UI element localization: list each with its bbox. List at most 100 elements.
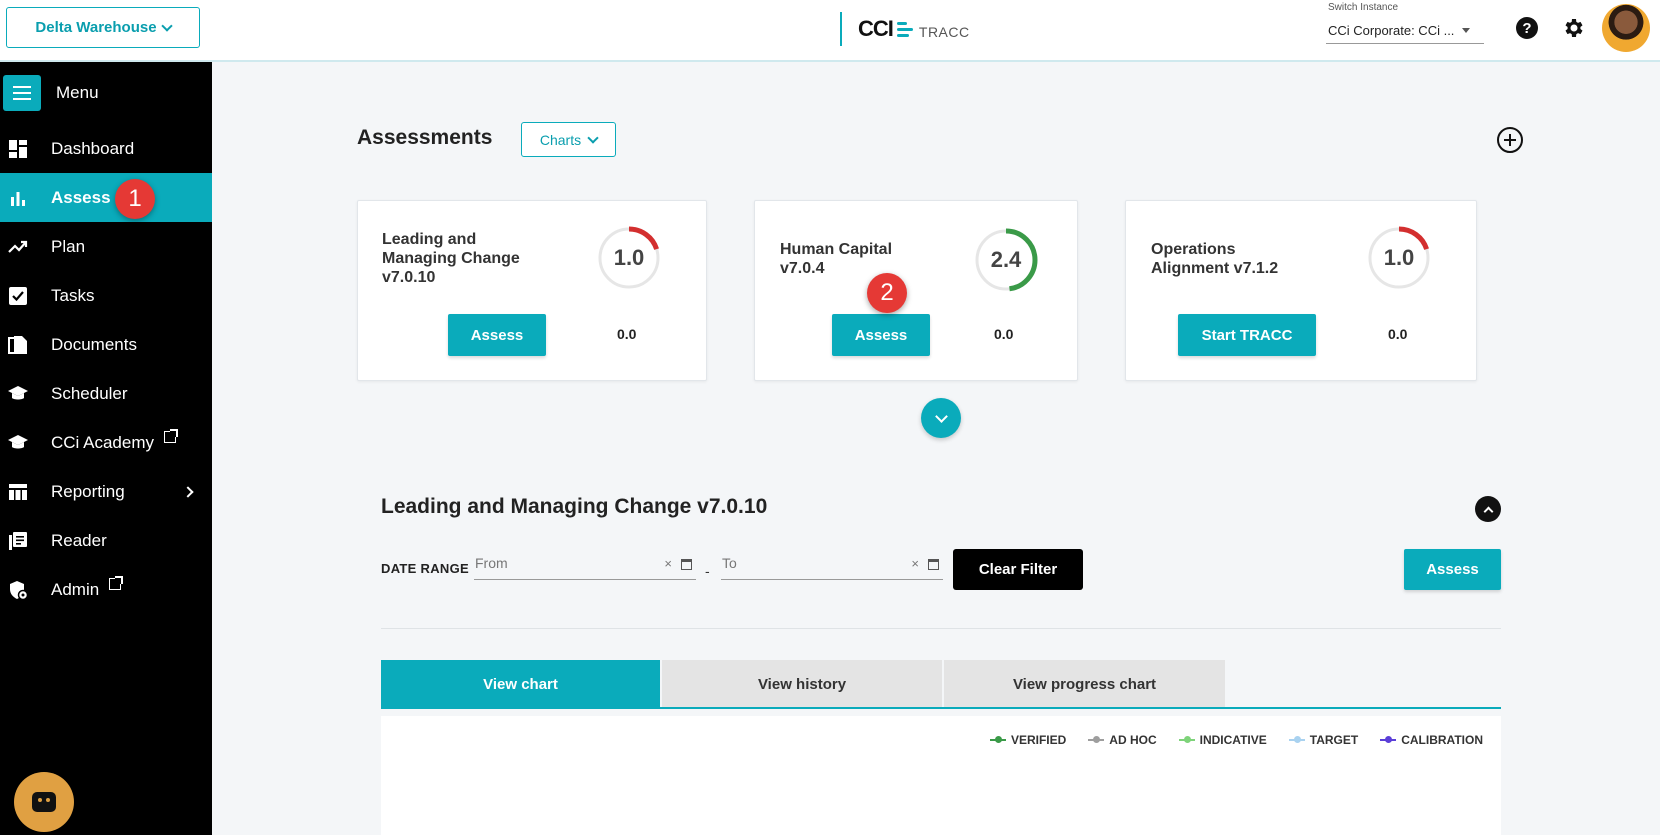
legend-label: TARGET xyxy=(1309,733,1359,747)
switch-instance-select[interactable]: CCi Corporate: CCi ... xyxy=(1326,18,1484,44)
sidebar-item-label: Plan xyxy=(51,236,86,256)
graduation-cap-icon xyxy=(8,434,28,448)
sidebar-item-plan[interactable]: Plan xyxy=(0,222,212,271)
card-title: Operations Alignment v7.1.2 xyxy=(1151,241,1279,277)
chart-legend: VERIFIED AD HOC INDICATIVE TARGET CALIBR… xyxy=(989,733,1483,747)
legend-marker-icon xyxy=(1088,736,1105,743)
score-value: 2.4 xyxy=(990,247,1022,272)
legend-label: VERIFIED xyxy=(1010,733,1067,747)
legend-marker-icon xyxy=(989,736,1006,743)
logo-mark-icon xyxy=(896,21,913,37)
admin-shield-icon xyxy=(10,580,28,600)
assess-button[interactable]: Assess xyxy=(1404,549,1501,590)
charts-label: Charts xyxy=(539,131,582,148)
legend-item-ad-hoc[interactable]: AD HOC xyxy=(1088,733,1157,747)
chevron-down-icon xyxy=(934,409,948,423)
sidebar-item-label: Documents xyxy=(51,334,137,354)
tab-view-progress-chart[interactable]: View progress chart xyxy=(944,660,1225,708)
legend-marker-icon xyxy=(1178,736,1195,743)
hamburger-icon[interactable] xyxy=(3,75,41,111)
score-value: 1.0 xyxy=(613,245,645,270)
tab-view-history[interactable]: View history xyxy=(662,660,942,708)
legend-item-calibration[interactable]: CALIBRATION xyxy=(1380,733,1483,747)
to-placeholder: To xyxy=(722,555,737,571)
tab-view-chart[interactable]: View chart xyxy=(381,660,660,708)
tab-underline xyxy=(381,707,1501,709)
legend-label: INDICATIVE xyxy=(1199,733,1267,747)
chevron-right-icon xyxy=(182,485,194,498)
card-title: Leading and Managing Change v7.0.10 xyxy=(382,231,520,286)
legend-marker-icon xyxy=(1288,736,1305,743)
sidebar-item-dashboard[interactable]: Dashboard xyxy=(0,124,212,173)
assess-button[interactable]: Assess xyxy=(832,314,930,356)
sidebar-item-cci-academy[interactable]: CCi Academy xyxy=(0,418,212,467)
date-separator: - xyxy=(705,563,710,579)
sidebar-item-admin[interactable]: Admin xyxy=(0,565,212,614)
warehouse-selector-button[interactable]: Delta Warehouse xyxy=(6,7,200,48)
chevron-up-icon xyxy=(1483,506,1493,516)
user-avatar[interactable] xyxy=(1602,4,1650,52)
legend-item-verified[interactable]: VERIFIED xyxy=(989,733,1067,747)
clear-icon[interactable]: × xyxy=(911,556,919,571)
assessment-card: Human Capital v7.0.4 2.4 Assess 0.0 2 xyxy=(754,200,1078,381)
caret-down-icon xyxy=(1462,28,1470,33)
expand-cards-button[interactable] xyxy=(921,398,961,438)
legend-item-indicative[interactable]: INDICATIVE xyxy=(1178,733,1267,747)
sidebar-item-documents[interactable]: Documents xyxy=(0,320,212,369)
trending-up-icon xyxy=(8,240,28,253)
switch-instance-label: Switch Instance xyxy=(1328,2,1399,13)
external-link-icon xyxy=(109,575,124,590)
from-placeholder: From xyxy=(475,555,508,571)
sub-score: 0.0 xyxy=(994,326,1014,342)
sidebar-item-tasks[interactable]: Tasks xyxy=(0,271,212,320)
help-icon[interactable]: ? xyxy=(1516,17,1538,39)
date-range-label: DATE RANGE xyxy=(381,561,469,576)
table-icon xyxy=(9,483,27,500)
external-link-icon xyxy=(163,428,178,443)
section-title: Leading and Managing Change v7.0.10 xyxy=(381,495,768,518)
chatbot-icon xyxy=(32,792,56,812)
clear-filter-button[interactable]: Clear Filter xyxy=(953,549,1083,590)
top-header: Delta Warehouse CCI TRACC Switch Instanc… xyxy=(0,0,1660,62)
cci-tracc-logo: CCI TRACC xyxy=(840,12,970,46)
chart-panel: VERIFIED AD HOC INDICATIVE TARGET CALIBR… xyxy=(381,716,1501,835)
instance-value: CCi Corporate: CCi ... xyxy=(1328,23,1455,38)
menu-label: Menu xyxy=(56,83,99,102)
calendar-icon[interactable] xyxy=(928,559,939,570)
legend-marker-icon xyxy=(1380,736,1397,743)
clear-icon[interactable]: × xyxy=(664,556,672,571)
reader-icon xyxy=(9,531,27,550)
sidebar-item-label: Dashboard xyxy=(51,138,135,158)
bar-chart-icon xyxy=(11,191,25,206)
assessment-card: Leading and Managing Change v7.0.10 1.0 … xyxy=(357,200,707,381)
legend-label: AD HOC xyxy=(1109,733,1157,747)
sidebar-item-label: Admin xyxy=(51,579,100,599)
logo-tracc-text: TRACC xyxy=(918,24,970,40)
sidebar-item-scheduler[interactable]: Scheduler xyxy=(0,369,212,418)
chatbot-button[interactable] xyxy=(14,772,74,832)
documents-icon xyxy=(8,335,27,354)
add-circle-icon[interactable] xyxy=(1497,127,1523,153)
legend-item-target[interactable]: TARGET xyxy=(1288,733,1359,747)
chevron-down-icon xyxy=(160,19,173,32)
logo-divider xyxy=(840,12,842,46)
calendar-icon[interactable] xyxy=(681,559,692,570)
collapse-section-button[interactable] xyxy=(1475,496,1501,522)
sidebar-item-assess[interactable]: Assess xyxy=(0,173,212,222)
sidebar-item-label: Reader xyxy=(51,530,107,550)
sub-score: 0.0 xyxy=(617,326,637,342)
chevron-down-icon xyxy=(587,131,599,144)
start-tracc-button[interactable]: Start TRACC xyxy=(1178,314,1316,356)
sidebar-item-label: Scheduler xyxy=(51,383,128,403)
section-divider xyxy=(381,628,1501,629)
page-title: Assessments xyxy=(357,126,493,149)
charts-dropdown-button[interactable]: Charts xyxy=(521,122,616,157)
menu-toggle[interactable]: Menu xyxy=(0,74,212,112)
sidebar-item-reporting[interactable]: Reporting xyxy=(0,467,212,516)
to-date-input[interactable]: To × xyxy=(721,553,943,580)
checkbox-icon xyxy=(9,286,27,305)
gear-icon[interactable] xyxy=(1562,16,1586,40)
assess-button[interactable]: Assess xyxy=(448,314,546,356)
sidebar-item-reader[interactable]: Reader xyxy=(0,516,212,565)
from-date-input[interactable]: From × xyxy=(474,553,696,580)
